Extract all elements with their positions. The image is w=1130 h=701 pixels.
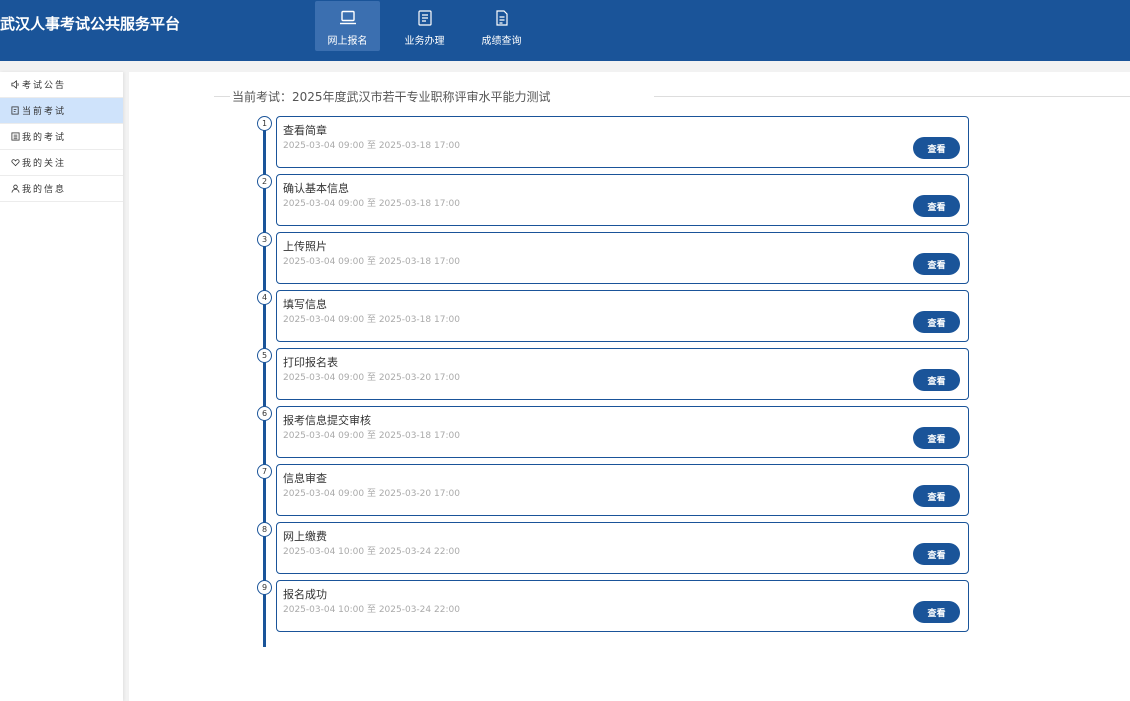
step-number: 8 [257, 522, 272, 537]
speaker-icon [11, 80, 20, 89]
step-number: 2 [257, 174, 272, 189]
sidebar-item-label: 我的关注 [22, 159, 67, 169]
view-button[interactable]: 查看 [913, 195, 960, 217]
sidebar-item-current-exam[interactable]: 当前考试 [0, 98, 123, 124]
nav-score-query[interactable]: 成绩查询 [469, 1, 534, 51]
sidebar-item-label: 我的信息 [22, 185, 67, 195]
edit-icon [11, 106, 20, 115]
step-time: 2025-03-04 09:00 至 2025-03-18 17:00 [283, 257, 460, 267]
main-nav: 网上报名 业务办理 成绩查询 [315, 1, 546, 51]
step-name: 上传照片 [283, 240, 327, 253]
view-button[interactable]: 查看 [913, 601, 960, 623]
view-button[interactable]: 查看 [913, 369, 960, 391]
sidebar-item-announcements[interactable]: 考试公告 [0, 72, 123, 98]
timeline-bar [263, 118, 266, 647]
step-time: 2025-03-04 09:00 至 2025-03-18 17:00 [283, 315, 460, 325]
step-card: 上传照片 2025-03-04 09:00 至 2025-03-18 17:00… [276, 232, 969, 284]
sidebar: 考试公告 当前考试 我的考试 我的关注 我的信息 [0, 72, 123, 701]
exam-header: 当前考试：2025年度武汉市若干专业职称评审水平能力测试 [214, 86, 1130, 106]
step-name: 网上缴费 [283, 530, 327, 543]
main-content: 当前考试：2025年度武汉市若干专业职称评审水平能力测试 1 查看简章 2025… [129, 72, 1130, 701]
step-name: 报名成功 [283, 588, 327, 601]
heart-icon [11, 158, 20, 167]
step-name: 填写信息 [283, 298, 327, 311]
sidebar-item-my-follows[interactable]: 我的关注 [0, 150, 123, 176]
business-icon [415, 8, 435, 28]
sidebar-item-label: 考试公告 [22, 81, 67, 91]
step-name: 报考信息提交审核 [283, 414, 371, 427]
step-time: 2025-03-04 09:00 至 2025-03-20 17:00 [283, 373, 460, 383]
sidebar-item-my-info[interactable]: 我的信息 [0, 176, 123, 202]
view-button[interactable]: 查看 [913, 543, 960, 565]
step-card: 信息审查 2025-03-04 09:00 至 2025-03-20 17:00… [276, 464, 969, 516]
view-button[interactable]: 查看 [913, 253, 960, 275]
app-title: 武汉人事考试公共服务平台 [0, 15, 181, 33]
sidebar-item-label: 当前考试 [22, 107, 67, 117]
divider [214, 96, 230, 97]
document-icon [492, 8, 512, 28]
step-card: 填写信息 2025-03-04 09:00 至 2025-03-18 17:00… [276, 290, 969, 342]
step-time: 2025-03-04 09:00 至 2025-03-18 17:00 [283, 141, 460, 151]
view-button[interactable]: 查看 [913, 137, 960, 159]
step-number: 3 [257, 232, 272, 247]
step-card: 确认基本信息 2025-03-04 09:00 至 2025-03-18 17:… [276, 174, 969, 226]
nav-label: 业务办理 [404, 36, 445, 47]
step-number: 7 [257, 464, 272, 479]
step-time: 2025-03-04 09:00 至 2025-03-18 17:00 [283, 431, 460, 441]
list-icon [11, 132, 20, 141]
sidebar-item-my-exams[interactable]: 我的考试 [0, 124, 123, 150]
nav-business[interactable]: 业务办理 [392, 1, 457, 51]
laptop-icon [338, 8, 358, 28]
step-card: 报考信息提交审核 2025-03-04 09:00 至 2025-03-18 1… [276, 406, 969, 458]
user-icon [11, 184, 20, 193]
nav-online-registration[interactable]: 网上报名 [315, 1, 380, 51]
nav-label: 网上报名 [327, 36, 368, 47]
step-card: 查看简章 2025-03-04 09:00 至 2025-03-18 17:00… [276, 116, 969, 168]
step-number: 4 [257, 290, 272, 305]
sidebar-item-label: 我的考试 [22, 133, 67, 143]
step-name: 确认基本信息 [283, 182, 349, 195]
step-card: 打印报名表 2025-03-04 09:00 至 2025-03-20 17:0… [276, 348, 969, 400]
step-number: 5 [257, 348, 272, 363]
nav-label: 成绩查询 [481, 36, 522, 47]
view-button[interactable]: 查看 [913, 427, 960, 449]
view-button[interactable]: 查看 [913, 311, 960, 333]
step-name: 打印报名表 [283, 356, 338, 369]
step-name: 信息审查 [283, 472, 327, 485]
step-time: 2025-03-04 10:00 至 2025-03-24 22:00 [283, 605, 460, 615]
step-number: 6 [257, 406, 272, 421]
step-card: 网上缴费 2025-03-04 10:00 至 2025-03-24 22:00… [276, 522, 969, 574]
step-time: 2025-03-04 09:00 至 2025-03-18 17:00 [283, 199, 460, 209]
view-button[interactable]: 查看 [913, 485, 960, 507]
top-header: 武汉人事考试公共服务平台 网上报名 业务办理 成绩查询 [0, 0, 1130, 61]
step-number: 9 [257, 580, 272, 595]
step-time: 2025-03-04 10:00 至 2025-03-24 22:00 [283, 547, 460, 557]
exam-title: 当前考试：2025年度武汉市若干专业职称评审水平能力测试 [232, 90, 551, 104]
divider [654, 96, 1130, 97]
step-card: 报名成功 2025-03-04 10:00 至 2025-03-24 22:00… [276, 580, 969, 632]
step-number: 1 [257, 116, 272, 131]
step-time: 2025-03-04 09:00 至 2025-03-20 17:00 [283, 489, 460, 499]
step-name: 查看简章 [283, 124, 327, 137]
